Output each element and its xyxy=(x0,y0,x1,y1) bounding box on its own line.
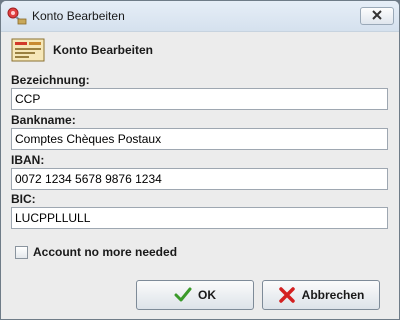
bic-label: BIC: xyxy=(11,192,36,206)
title-bar[interactable]: Konto Bearbeiten xyxy=(1,1,399,32)
bank-account-icon xyxy=(11,38,45,62)
red-x-icon xyxy=(278,287,295,303)
iban-field[interactable]: 0072 1234 5678 9876 1234 xyxy=(11,168,388,190)
bankname-field[interactable]: Comptes Chèques Postaux xyxy=(11,128,388,150)
window-title: Konto Bearbeiten xyxy=(32,9,125,23)
dialog-heading: Konto Bearbeiten xyxy=(53,43,154,57)
dialog-header: Konto Bearbeiten xyxy=(11,38,153,62)
cancel-button[interactable]: Abbrechen xyxy=(262,280,380,310)
button-bar: OK Abbrechen xyxy=(1,272,399,319)
bezeichnung-label: Bezeichnung: xyxy=(11,73,90,87)
bic-field[interactable]: LUCPPLLULL xyxy=(11,207,388,229)
money-pin-icon xyxy=(6,5,28,27)
cancel-label: Abbrechen xyxy=(301,288,365,302)
no-more-needed-row[interactable]: Account no more needed xyxy=(15,245,177,259)
checkmark-icon xyxy=(174,287,192,302)
close-icon xyxy=(371,7,383,25)
bezeichnung-field[interactable]: CCP xyxy=(11,88,388,110)
ok-label: OK xyxy=(198,288,216,302)
close-button[interactable] xyxy=(360,7,394,25)
dialog-window: Konto Bearbeiten Konto Bearbeiten Bezeic… xyxy=(0,0,400,320)
no-more-needed-label[interactable]: Account no more needed xyxy=(33,245,177,259)
bankname-label: Bankname: xyxy=(11,113,76,127)
iban-label: IBAN: xyxy=(11,153,45,167)
ok-button[interactable]: OK xyxy=(136,280,254,310)
dialog-content: Konto Bearbeiten Bezeichnung: CCP Bankna… xyxy=(1,32,399,319)
no-more-needed-checkbox[interactable] xyxy=(15,245,28,259)
